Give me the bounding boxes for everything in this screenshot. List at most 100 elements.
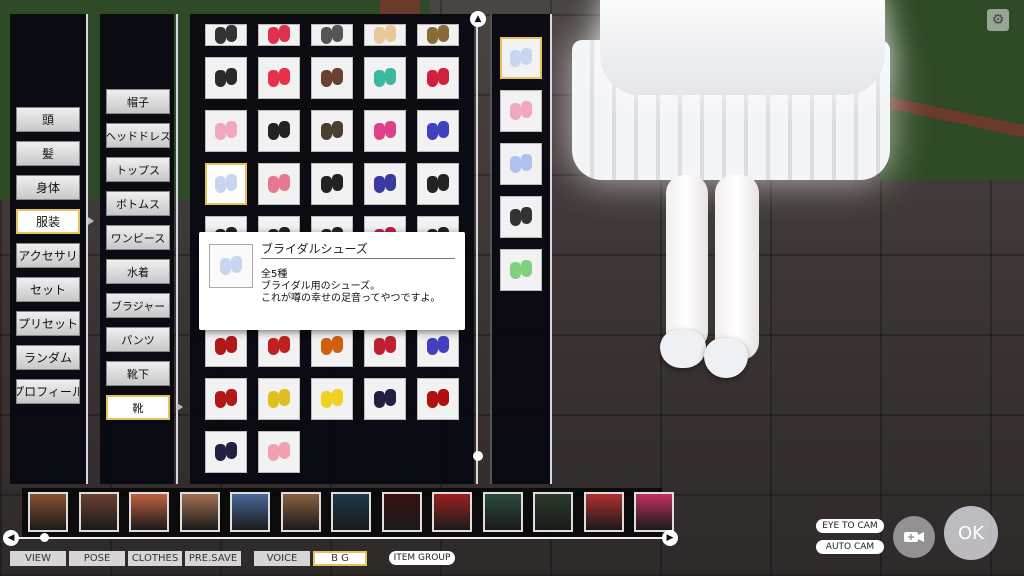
shoe-item-tile[interactable] [417, 163, 459, 205]
tab-clothes[interactable]: CLOTHES [128, 551, 182, 566]
shoe-item-tile[interactable] [417, 110, 459, 152]
bg-thumbnail[interactable] [78, 492, 119, 532]
category-clothing-button[interactable]: 服装 [16, 209, 80, 234]
sub-panties-button[interactable]: パンツ [106, 327, 170, 352]
shoe-variant-tile[interactable] [500, 196, 542, 238]
auto-cam-toggle[interactable]: AUTO CAM [816, 540, 884, 554]
shoe-item-tile[interactable] [417, 325, 459, 367]
shoe-item-tile[interactable] [205, 431, 247, 473]
shoe-icon [266, 389, 292, 409]
thumbnail-scrollbar[interactable] [12, 537, 668, 539]
shoe-item-tile[interactable] [205, 163, 247, 205]
shoe-item-tile[interactable] [205, 110, 247, 152]
shoe-variant-tile[interactable] [500, 249, 542, 291]
shoe-item-tile[interactable] [258, 431, 300, 473]
shoe-item-tile[interactable] [258, 163, 300, 205]
scroll-right-button[interactable]: ▶ [662, 530, 678, 546]
tooltip-title: ブライダルシューズ [261, 242, 368, 256]
tab-voice[interactable]: VOICE [254, 551, 310, 566]
shoe-item-tile[interactable] [417, 378, 459, 420]
sub-hat-button[interactable]: 帽子 [106, 89, 170, 114]
sub-swimsuit-button[interactable]: 水着 [106, 259, 170, 284]
thumbnail-scroll-knob[interactable] [40, 533, 49, 542]
ok-button[interactable]: OK [944, 506, 998, 560]
tab-view[interactable]: VIEW [10, 551, 66, 566]
sub-socks-button[interactable]: 靴下 [106, 361, 170, 386]
shoe-icon [266, 68, 292, 88]
bg-thumbnail[interactable] [129, 492, 169, 532]
shoe-icon [425, 389, 451, 409]
shoe-item-tile[interactable] [258, 325, 300, 367]
shoe-item-tile[interactable] [205, 325, 247, 367]
bg-thumbnail[interactable] [28, 492, 68, 532]
tab-bg[interactable]: B G [313, 551, 367, 566]
shoe-variant-tile[interactable] [500, 143, 542, 185]
bg-thumbnail[interactable] [482, 492, 523, 532]
shoe-item-tile[interactable] [417, 57, 459, 99]
category-accessory-button[interactable]: アクセサリ [16, 243, 80, 268]
grid-scrollbar-track[interactable] [476, 24, 478, 484]
shoe-item-tile[interactable] [258, 57, 300, 99]
category-head-button[interactable]: 頭 [16, 107, 80, 132]
shoe-item-tile[interactable] [364, 57, 406, 99]
shoe-item-tile[interactable] [258, 378, 300, 420]
shoe-item-tile[interactable] [364, 163, 406, 205]
bg-thumbnail[interactable] [179, 492, 220, 532]
bg-thumbnail[interactable] [634, 492, 674, 532]
item-group-button[interactable]: ITEM GROUP [389, 551, 455, 565]
sub-bottoms-button[interactable]: ボトムス [106, 191, 170, 216]
shoe-icon [213, 25, 239, 45]
shoe-item-tile[interactable] [364, 110, 406, 152]
shoe-item-tile[interactable] [364, 378, 406, 420]
bg-thumbnail[interactable] [331, 492, 371, 532]
bg-thumbnail[interactable] [381, 492, 422, 532]
character-shoe-left [660, 330, 706, 368]
bg-thumbnail[interactable] [280, 492, 321, 532]
shoe-item-tile[interactable] [417, 24, 459, 46]
shoe-item-tile[interactable] [311, 163, 353, 205]
sub-bra-button[interactable]: ブラジャー [106, 293, 170, 318]
shoe-item-tile[interactable] [205, 57, 247, 99]
shoe-icon [372, 336, 398, 356]
shoe-item-tile[interactable] [364, 325, 406, 367]
settings-button[interactable]: ⚙ [987, 9, 1009, 31]
sub-headdress-button[interactable]: ヘッドドレス [106, 123, 170, 148]
shoe-icon [213, 174, 239, 194]
category-set-button[interactable]: セット [16, 277, 80, 302]
bg-thumbnail[interactable] [533, 492, 573, 532]
category-profile-button[interactable]: プロフィール [16, 379, 80, 404]
shoe-item-tile[interactable] [364, 24, 406, 46]
scroll-up-button[interactable]: ▲ [470, 11, 486, 27]
shoe-item-tile[interactable] [311, 378, 353, 420]
sub-onepiece-button[interactable]: ワンピース [106, 225, 170, 250]
bg-thumbnail[interactable] [583, 492, 624, 532]
grid-scroll-knob[interactable] [473, 451, 483, 461]
shoe-item-tile[interactable] [205, 378, 247, 420]
tooltip-divider [261, 258, 455, 259]
category-preset-button[interactable]: プリセット [16, 311, 80, 336]
shoe-variant-tile[interactable] [500, 37, 542, 79]
sub-tops-button[interactable]: トップス [106, 157, 170, 182]
shoe-item-tile[interactable] [311, 57, 353, 99]
eye-to-cam-toggle[interactable]: EYE TO CAM [816, 519, 884, 533]
camera-button[interactable] [893, 516, 935, 558]
shoe-item-tile[interactable] [258, 24, 300, 46]
shoe-item-tile[interactable] [311, 24, 353, 46]
shoe-icon [266, 336, 292, 356]
tab-presave[interactable]: PRE.SAVE [185, 551, 241, 566]
bg-thumbnail[interactable] [230, 492, 270, 532]
category-body-button[interactable]: 身体 [16, 175, 80, 200]
scroll-left-button[interactable]: ◀ [3, 530, 19, 546]
shoe-item-tile[interactable] [311, 110, 353, 152]
shoe-item-tile[interactable] [258, 110, 300, 152]
left-arrow-icon: ◀ [7, 533, 15, 543]
shoe-item-tile[interactable] [311, 325, 353, 367]
sub-shoes-button[interactable]: 靴 [106, 395, 170, 420]
bg-thumbnail[interactable] [432, 492, 472, 532]
tab-pose[interactable]: POSE [69, 551, 125, 566]
category-random-button[interactable]: ランダム [16, 345, 80, 370]
shoe-icon [213, 389, 239, 409]
category-hair-button[interactable]: 髪 [16, 141, 80, 166]
shoe-item-tile[interactable] [205, 24, 247, 46]
shoe-variant-tile[interactable] [500, 90, 542, 132]
